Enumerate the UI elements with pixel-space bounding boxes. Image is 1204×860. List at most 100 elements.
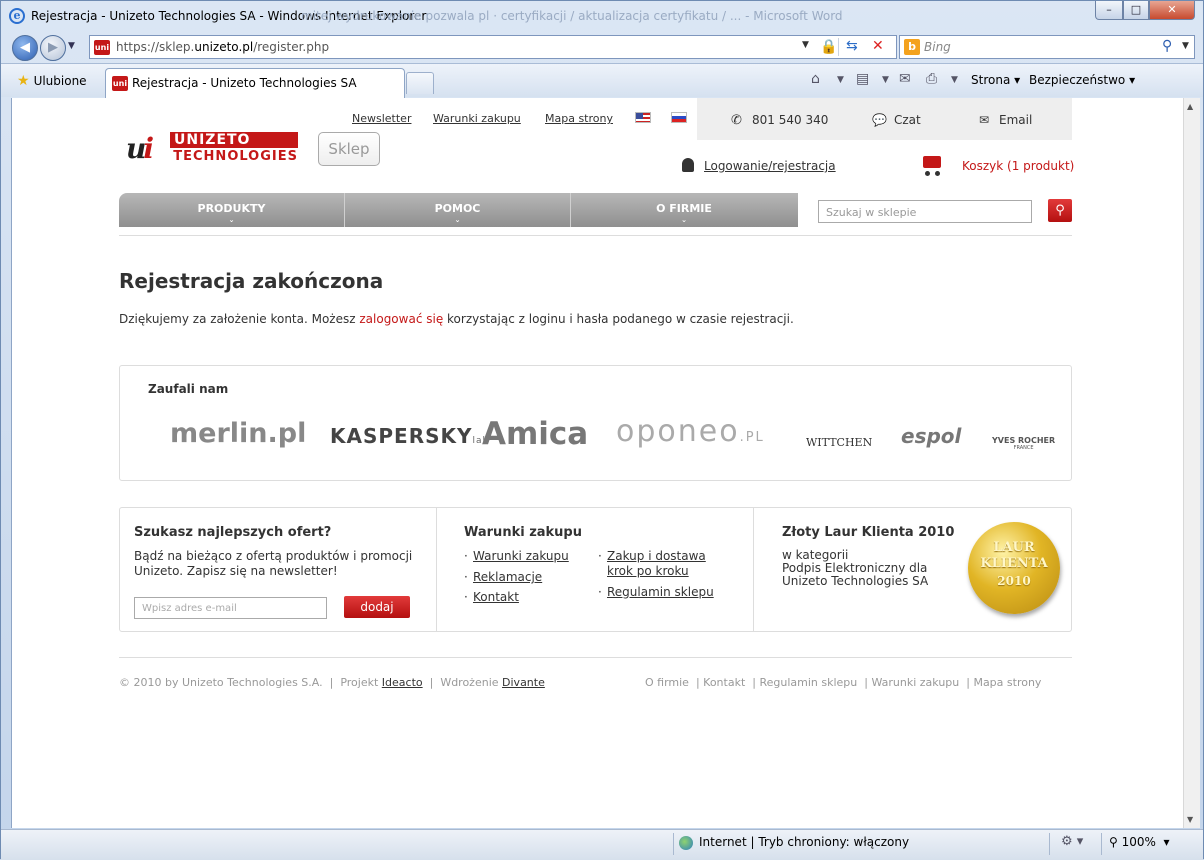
phone-number: 801 540 340 (752, 113, 829, 127)
vertical-scrollbar[interactable]: ▲ ▼ (1183, 98, 1200, 828)
sitemap-link[interactable]: Mapa strony (545, 112, 613, 125)
shop-button[interactable]: Sklep (318, 132, 380, 166)
scroll-up-icon[interactable]: ▲ (1187, 102, 1193, 111)
page-title: Rejestracja zakończona (119, 269, 384, 293)
address-dropdown-icon[interactable]: ▼ (802, 40, 809, 50)
star-icon: ★ (17, 73, 30, 89)
menu-products[interactable]: PRODUKTY ⌄ (119, 193, 345, 227)
chat-icon: 💬 (872, 113, 887, 127)
main-menu: PRODUKTY ⌄ POMOC ⌄ O FIRMIE ⌄ (119, 193, 798, 227)
tab-active[interactable]: uni Rejestracja - Unizeto Technologies S… (105, 68, 405, 98)
favorites-bar: ★ Ulubione uni Rejestracja - Unizeto Tech… (1, 63, 1203, 98)
cart-link[interactable]: Koszyk (1 produkt) (962, 159, 1074, 173)
login-link[interactable]: zalogować się (359, 312, 443, 326)
award-panel: Złoty Laur Klienta 2010 w kategorii Podpi… (754, 508, 1071, 631)
scroll-down-icon[interactable]: ▼ (1187, 815, 1193, 824)
trusted-heading: Zaufali nam (148, 382, 229, 396)
stop-icon[interactable]: ✕ (872, 38, 884, 54)
site-search-input[interactable]: Szukaj w sklepie (818, 200, 1032, 223)
mail-icon[interactable]: ✉ (899, 71, 911, 87)
favorites-button[interactable]: ★ Ulubione (9, 70, 93, 92)
email-icon: ✉ (979, 113, 990, 127)
yves-rocher-logo: YVES ROCHER FRANCE (992, 436, 1056, 451)
terms-link-regulations[interactable]: Regulamin sklepu (607, 585, 714, 600)
footer-terms-link[interactable]: Warunki zakupu (871, 676, 959, 689)
trusted-by-box: Zaufali nam merlin.pl KASPERSKYlab Amica… (119, 365, 1072, 481)
search-placeholder: Bing (924, 40, 951, 54)
background-window-title: mitej wydrukowanie pozwala pl · certyfik… (301, 9, 843, 23)
logo-text-bottom: TECHNOLOGIES (173, 149, 298, 164)
newsletter-heading: Szukasz najlepszych ofert? (134, 525, 332, 540)
user-icon (682, 158, 694, 172)
ideacto-link[interactable]: Ideacto (382, 676, 423, 689)
search-box[interactable]: b Bing ⚲ ▼ (899, 35, 1195, 59)
footer-regulations-link[interactable]: Regulamin sklepu (759, 676, 857, 689)
chevron-down-icon: ⌄ (681, 216, 687, 224)
terms-link[interactable]: Warunki zakupu (433, 112, 521, 125)
maximize-button[interactable]: □ (1123, 1, 1149, 20)
page-viewport: Newsletter Warunki zakupu Mapa strony ✆ … (11, 98, 1183, 828)
newsletter-email-input[interactable]: Wpisz adres e-mail (134, 597, 327, 619)
newsletter-add-button[interactable]: dodaj (344, 596, 410, 618)
footer-sitemap-link[interactable]: Mapa strony (973, 676, 1041, 689)
lock-icon[interactable]: 🔒 (820, 39, 837, 55)
minimize-button[interactable]: – (1095, 1, 1123, 20)
terms-panel: Warunki zakupu · Warunki zakupu · Reklamac… (437, 508, 754, 631)
zoom-level[interactable]: ⚲ 100% ▾ (1109, 835, 1170, 849)
phone-icon: ✆ (731, 113, 742, 128)
laur-klienta-badge: LAUR KLIENTA 2010 (968, 522, 1060, 614)
login-register-link[interactable]: Logowanie/rejestracja (682, 158, 836, 173)
protected-mode-icon[interactable]: ⚙ ▾ (1061, 834, 1083, 849)
feeds-dropdown-icon[interactable]: ▼ (882, 75, 889, 85)
close-button[interactable]: ✕ (1149, 1, 1195, 20)
terms-link-contact[interactable]: Kontakt (473, 590, 519, 605)
feeds-icon[interactable]: ▤ (856, 71, 869, 87)
footer-contact-link[interactable]: Kontakt (703, 676, 745, 689)
menu-about[interactable]: O FIRMIE ⌄ (571, 193, 797, 227)
forward-button[interactable]: ▶ (40, 35, 66, 61)
cart-icon[interactable] (920, 152, 944, 178)
kaspersky-logo: KASPERSKYlab (330, 424, 490, 448)
browser-window: e Rejestracja - Unizeto Technologies SA … (0, 0, 1204, 860)
divante-link[interactable]: Divante (502, 676, 545, 689)
page-menu[interactable]: Strona ▾ (971, 73, 1020, 87)
oponeo-logo: oponeo.PL (616, 414, 765, 449)
print-dropdown-icon[interactable]: ▼ (951, 75, 958, 85)
terms-link-complaints[interactable]: Reklamacje (473, 570, 542, 585)
home-icon[interactable]: ⌂ (811, 71, 820, 87)
status-bar: Internet | Tryb chroniony: włączony ⚙ ▾ … (1, 829, 1203, 860)
site-search-button[interactable]: ⚲ (1048, 199, 1072, 222)
menu-help[interactable]: POMOC ⌄ (345, 193, 571, 227)
chat-link[interactable]: Czat (894, 113, 921, 127)
recent-pages-dropdown-icon[interactable]: ▼ (68, 41, 75, 51)
address-bar[interactable]: uni https://sklep.unizeto.pl/register.ph… (89, 35, 897, 59)
newsletter-link[interactable]: Newsletter (352, 112, 411, 125)
email-link[interactable]: Email (999, 113, 1032, 127)
info-panels: Szukasz najlepszych ofert? Bądź na bieżą… (119, 507, 1072, 632)
unizeto-logo[interactable]: ui UNIZETO TECHNOLOGIES (126, 130, 300, 168)
wittchen-logo: WITTCHEN (806, 436, 873, 449)
footer-credits: © 2010 by Unizeto Technologies S.A. | Pr… (119, 676, 545, 689)
english-flag-icon[interactable] (635, 112, 651, 123)
refresh-icon[interactable]: ⇆ (846, 38, 858, 54)
newsletter-panel: Szukasz najlepszych ofert? Bądź na bieżą… (120, 508, 437, 631)
footer-about-link[interactable]: O firmie (645, 676, 689, 689)
chevron-down-icon: ⌄ (228, 216, 235, 224)
address-url[interactable]: https://sklep.unizeto.pl/register.php (116, 40, 329, 54)
chevron-down-icon: ⌄ (454, 216, 461, 224)
search-dropdown-icon[interactable]: ▼ (1182, 41, 1189, 51)
amica-logo: Amica (482, 416, 589, 452)
terms-link-conditions[interactable]: Warunki zakupu (473, 549, 569, 564)
award-text: w kategorii Podpis Elektroniczny dla Unize… (782, 548, 929, 588)
search-icon[interactable]: ⚲ (1162, 38, 1172, 54)
russian-flag-icon[interactable] (671, 112, 687, 123)
site-favicon-icon: uni (94, 40, 110, 55)
new-tab-button[interactable] (406, 72, 434, 94)
security-zone[interactable]: Internet | Tryb chroniony: włączony (679, 835, 909, 850)
title-bar: e Rejestracja - Unizeto Technologies SA … (1, 1, 1203, 31)
terms-link-delivery[interactable]: Zakup i dostawa krok po kroku (607, 549, 706, 579)
safety-menu[interactable]: Bezpieczeństwo ▾ (1029, 73, 1135, 87)
print-icon[interactable]: ⎙ (926, 71, 937, 87)
home-dropdown-icon[interactable]: ▼ (837, 75, 844, 85)
back-button[interactable]: ◀ (12, 35, 38, 61)
